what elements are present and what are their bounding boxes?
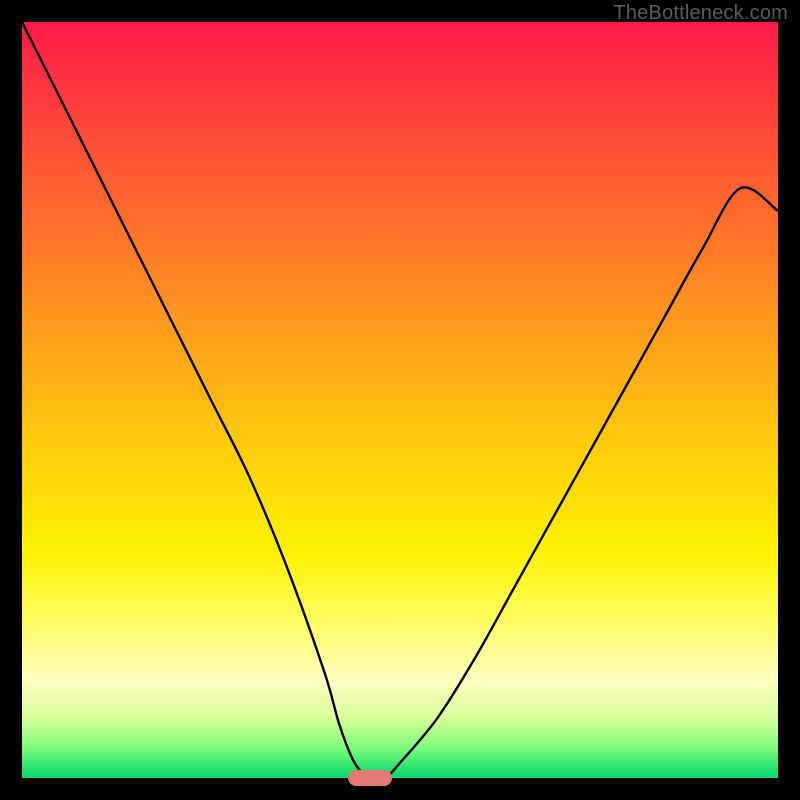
- optimal-point-marker: [348, 770, 392, 786]
- curve-path: [22, 22, 778, 778]
- chart-container: TheBottleneck.com: [0, 0, 800, 800]
- plot-area: [22, 22, 778, 778]
- bottleneck-curve: [22, 22, 778, 778]
